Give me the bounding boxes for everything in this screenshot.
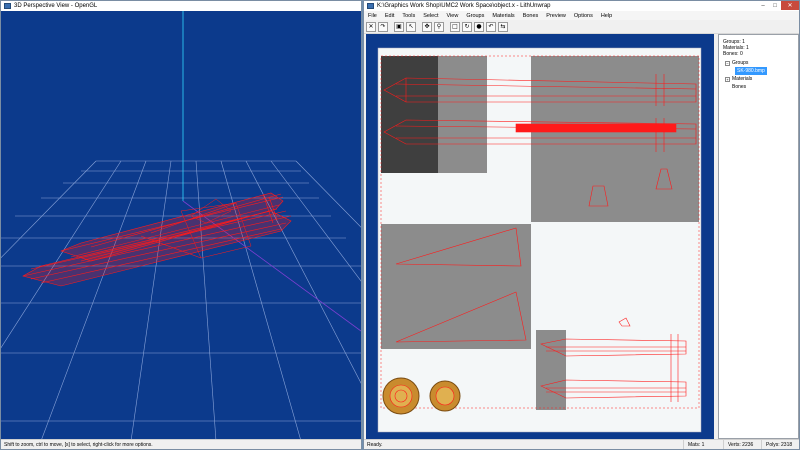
menu-edit[interactable]: Edit — [381, 13, 398, 19]
menu-bar: File Edit Tools Select View Groups Mater… — [364, 11, 799, 20]
tree-materials-label: Materials — [732, 76, 753, 82]
tree-group-item[interactable]: SK-980.bmp — [725, 67, 767, 75]
menu-tools[interactable]: Tools — [398, 13, 419, 19]
menu-groups[interactable]: Groups — [462, 13, 488, 19]
expand-icon[interactable]: + — [725, 76, 730, 82]
flip-icon[interactable]: ⇆ — [498, 21, 508, 32]
perspective-statusbar: Shift to zoom, ctrl to move, [s] to sele… — [1, 439, 361, 449]
cursor-icon[interactable]: ↖ — [406, 21, 416, 32]
tree-bones[interactable]: Bones — [725, 83, 767, 91]
scene-info: Groups: 1 Materials: 1 Bones: 0 — [723, 39, 749, 57]
status-verts: Verts: 2236 — [723, 440, 761, 449]
uv-canvas[interactable] — [366, 34, 714, 439]
viewport-canvas[interactable] — [1, 11, 361, 441]
tree-materials[interactable]: + Materials — [725, 75, 767, 83]
bones-count: Bones: 0 — [723, 51, 743, 57]
menu-select[interactable]: Select — [419, 13, 442, 19]
vertex-icon[interactable]: ● — [474, 21, 484, 32]
status-ready: Ready. — [367, 441, 383, 448]
perspective-title: 3D Perspective View - OpenGL — [14, 3, 98, 9]
scene-panel: Groups: 1 Materials: 1 Bones: 0 − Groups… — [718, 34, 799, 439]
menu-preview[interactable]: Preview — [542, 13, 570, 19]
menu-help[interactable]: Help — [597, 13, 616, 19]
lithunwrap-titlebar[interactable]: K:\Graphics Work Shop\UMC2 Work Space\ob… — [364, 1, 799, 11]
menu-materials[interactable]: Materials — [488, 13, 518, 19]
perspective-viewport[interactable] — [1, 11, 361, 441]
window-controls: – □ ✕ — [757, 1, 799, 11]
minimize-icon[interactable]: – — [757, 1, 769, 10]
collapse-icon[interactable]: − — [725, 60, 730, 66]
uv-viewport[interactable] — [366, 34, 714, 439]
move-icon[interactable]: ✥ — [422, 21, 432, 32]
select-icon[interactable]: □ — [450, 21, 460, 32]
model-wireframe — [22, 192, 292, 287]
rotate-icon[interactable]: ↻ — [462, 21, 472, 32]
tree-groups[interactable]: − Groups — [725, 59, 767, 67]
window-icon — [4, 3, 11, 9]
status-polys: Polys: 2318 — [761, 440, 799, 449]
menu-file[interactable]: File — [364, 13, 381, 19]
menu-view[interactable]: View — [443, 13, 463, 19]
save-icon[interactable]: ▣ — [394, 21, 404, 32]
perspective-status-text: Shift to zoom, ctrl to move, [s] to sele… — [4, 441, 153, 448]
perspective-window: 3D Perspective View - OpenGL Shift to zo… — [0, 0, 362, 450]
cut-icon[interactable]: ✕ — [366, 21, 376, 32]
window-icon — [367, 3, 374, 9]
toolbar: ✕ ↷ ▣ ↖ ✥ ⚲ □ ↻ ● ↶ ⇆ — [364, 20, 799, 34]
undo-icon[interactable]: ↶ — [486, 21, 496, 32]
redo-icon[interactable]: ↷ — [378, 21, 388, 32]
tree-groups-label: Groups — [732, 60, 749, 66]
maximize-icon[interactable]: □ — [769, 1, 781, 10]
lithunwrap-statusbar: Ready. Mats: 1 Verts: 2236 Polys: 2318 — [364, 439, 799, 449]
status-mats: Mats: 1 — [683, 440, 723, 449]
scene-tree: − Groups SK-980.bmp + Materials Bones — [725, 59, 767, 91]
zoom-icon[interactable]: ⚲ — [434, 21, 444, 32]
menu-options[interactable]: Options — [570, 13, 597, 19]
tree-group-item-label: SK-980.bmp — [735, 67, 767, 75]
perspective-grid — [1, 160, 361, 441]
lithunwrap-window: K:\Graphics Work Shop\UMC2 Work Space\ob… — [363, 0, 800, 450]
close-icon[interactable]: ✕ — [781, 1, 799, 10]
menu-bones[interactable]: Bones — [519, 13, 543, 19]
tree-bones-label: Bones — [732, 84, 747, 90]
lithunwrap-title: K:\Graphics Work Shop\UMC2 Work Space\ob… — [377, 3, 551, 9]
perspective-titlebar[interactable]: 3D Perspective View - OpenGL — [1, 1, 361, 11]
